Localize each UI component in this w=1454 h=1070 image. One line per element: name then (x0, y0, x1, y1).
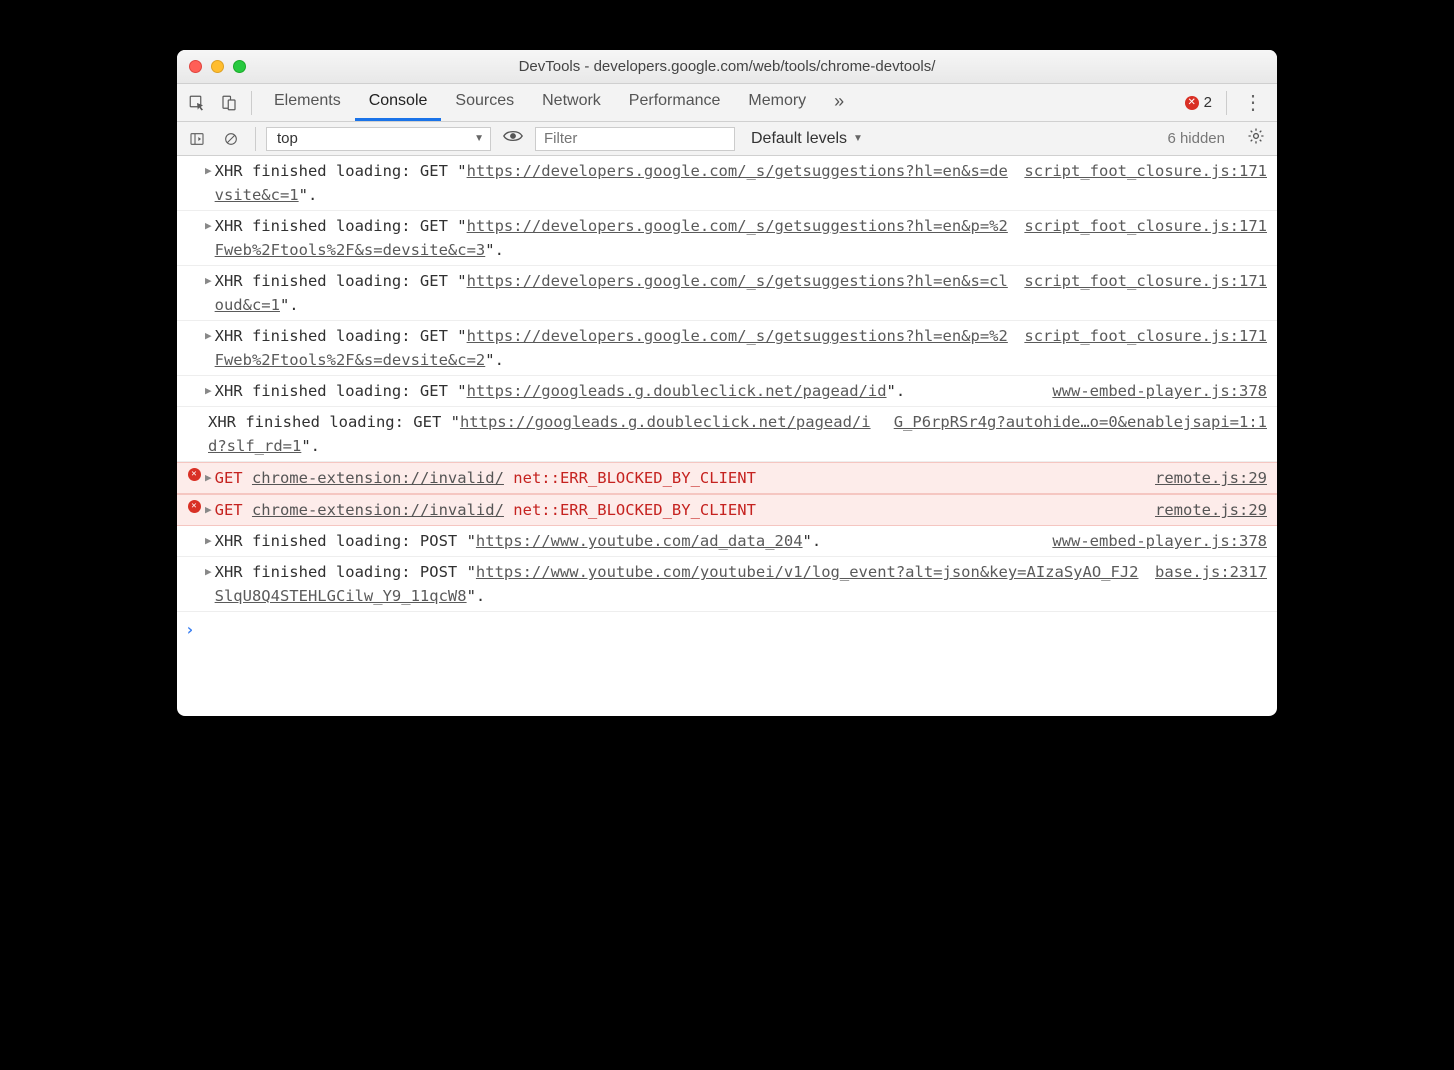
expand-arrow-icon[interactable]: ▶ (205, 214, 215, 262)
log-message: XHR finished loading: GET "https://devel… (215, 214, 1011, 262)
console-row[interactable]: ▶XHR finished loading: GET "https://deve… (177, 321, 1277, 376)
log-message: XHR finished loading: GET "https://devel… (215, 324, 1011, 372)
error-count: 2 (1204, 94, 1212, 111)
devtools-window: DevTools - developers.google.com/web/too… (177, 50, 1277, 716)
expand-arrow-icon[interactable]: ▶ (205, 466, 215, 490)
log-levels-selector[interactable]: Default levels ▼ (741, 130, 873, 148)
console-prompt[interactable]: › (177, 612, 1277, 649)
expand-arrow-icon[interactable]: ▶ (205, 560, 215, 608)
device-toolbar-icon[interactable] (215, 89, 243, 117)
log-source-link[interactable]: remote.js:29 (1155, 466, 1267, 490)
expand-arrow-icon[interactable]: ▶ (205, 498, 215, 522)
tab-memory[interactable]: Memory (734, 84, 820, 121)
console-filterbar: top ▼ Default levels ▼ 6 hidden (177, 122, 1277, 156)
console-row[interactable]: ✕ ▶GET chrome-extension://invalid/ net::E… (177, 494, 1277, 526)
error-icon: ✕ (188, 500, 201, 513)
log-source-link[interactable]: script_foot_closure.js:171 (1024, 269, 1267, 317)
context-selector[interactable]: top ▼ (266, 127, 491, 151)
console-settings-icon[interactable] (1241, 127, 1271, 150)
console-row[interactable]: XHR finished loading: GET "https://googl… (177, 407, 1277, 462)
log-message: XHR finished loading: GET "https://devel… (215, 159, 1011, 207)
tab-console[interactable]: Console (355, 84, 442, 121)
log-message: XHR finished loading: GET "https://googl… (208, 410, 880, 458)
tab-elements[interactable]: Elements (260, 84, 355, 121)
hidden-count[interactable]: 6 hidden (1157, 130, 1235, 147)
log-message: GET chrome-extension://invalid/ net::ERR… (215, 498, 1141, 522)
main-toolbar: Elements Console Sources Network Perform… (177, 84, 1277, 122)
expand-arrow-icon[interactable]: ▶ (205, 324, 215, 372)
console-row[interactable]: ▶XHR finished loading: GET "https://deve… (177, 211, 1277, 266)
tab-performance[interactable]: Performance (615, 84, 735, 121)
console-row[interactable]: ▶XHR finished loading: GET "https://goog… (177, 376, 1277, 407)
expand-arrow-icon[interactable]: ▶ (205, 529, 215, 553)
log-message: XHR finished loading: POST "https://www.… (215, 560, 1141, 608)
log-source-link[interactable]: www-embed-player.js:378 (1052, 529, 1267, 553)
log-message: XHR finished loading: POST "https://www.… (215, 529, 1039, 553)
menu-kebab-icon[interactable]: ⋮ (1235, 90, 1271, 115)
log-source-link[interactable]: www-embed-player.js:378 (1052, 379, 1267, 403)
context-value: top (277, 130, 298, 147)
console-row[interactable]: ▶XHR finished loading: POST "https://www… (177, 526, 1277, 557)
filter-input[interactable] (535, 127, 735, 151)
divider (1226, 91, 1227, 115)
live-expression-icon[interactable] (497, 129, 529, 148)
divider (251, 91, 252, 115)
chevron-down-icon: ▼ (474, 133, 484, 144)
expand-arrow-icon[interactable]: ▶ (205, 269, 215, 317)
prompt-icon: › (185, 618, 195, 643)
expand-arrow-icon[interactable]: ▶ (205, 379, 215, 403)
tab-network[interactable]: Network (528, 84, 615, 121)
log-message: GET chrome-extension://invalid/ net::ERR… (215, 466, 1141, 490)
divider (255, 127, 256, 151)
chevron-down-icon: ▼ (853, 133, 863, 144)
window-title: DevTools - developers.google.com/web/too… (177, 58, 1277, 75)
log-source-link[interactable]: G_P6rpRSr4g?autohide…o=0&enablejsapi=1:1 (894, 410, 1267, 458)
log-source-link[interactable]: script_foot_closure.js:171 (1024, 159, 1267, 207)
expand-arrow-icon[interactable]: ▶ (205, 159, 215, 207)
console-row[interactable]: ▶XHR finished loading: POST "https://www… (177, 557, 1277, 612)
log-message: XHR finished loading: GET "https://googl… (215, 379, 1039, 403)
console-row[interactable]: ▶XHR finished loading: GET "https://deve… (177, 266, 1277, 321)
log-source-link[interactable]: base.js:2317 (1155, 560, 1267, 608)
tabs-overflow[interactable]: » (820, 84, 858, 121)
console-row[interactable]: ▶XHR finished loading: GET "https://deve… (177, 156, 1277, 211)
log-source-link[interactable]: script_foot_closure.js:171 (1024, 324, 1267, 372)
console-output[interactable]: ▶XHR finished loading: GET "https://deve… (177, 156, 1277, 716)
console-row[interactable]: ✕ ▶GET chrome-extension://invalid/ net::E… (177, 462, 1277, 494)
inspect-element-icon[interactable] (183, 89, 211, 117)
log-source-link[interactable]: remote.js:29 (1155, 498, 1267, 522)
log-source-link[interactable]: script_foot_closure.js:171 (1024, 214, 1267, 262)
titlebar[interactable]: DevTools - developers.google.com/web/too… (177, 50, 1277, 84)
tab-sources[interactable]: Sources (441, 84, 528, 121)
panel-tabs: Elements Console Sources Network Perform… (260, 84, 858, 121)
error-icon: ✕ (188, 468, 201, 481)
error-count-badge[interactable]: ✕ 2 (1179, 94, 1218, 111)
console-sidebar-toggle-icon[interactable] (183, 125, 211, 153)
error-icon: ✕ (1185, 96, 1199, 110)
log-message: XHR finished loading: GET "https://devel… (215, 269, 1011, 317)
levels-label: Default levels (751, 130, 847, 148)
clear-console-icon[interactable] (217, 125, 245, 153)
